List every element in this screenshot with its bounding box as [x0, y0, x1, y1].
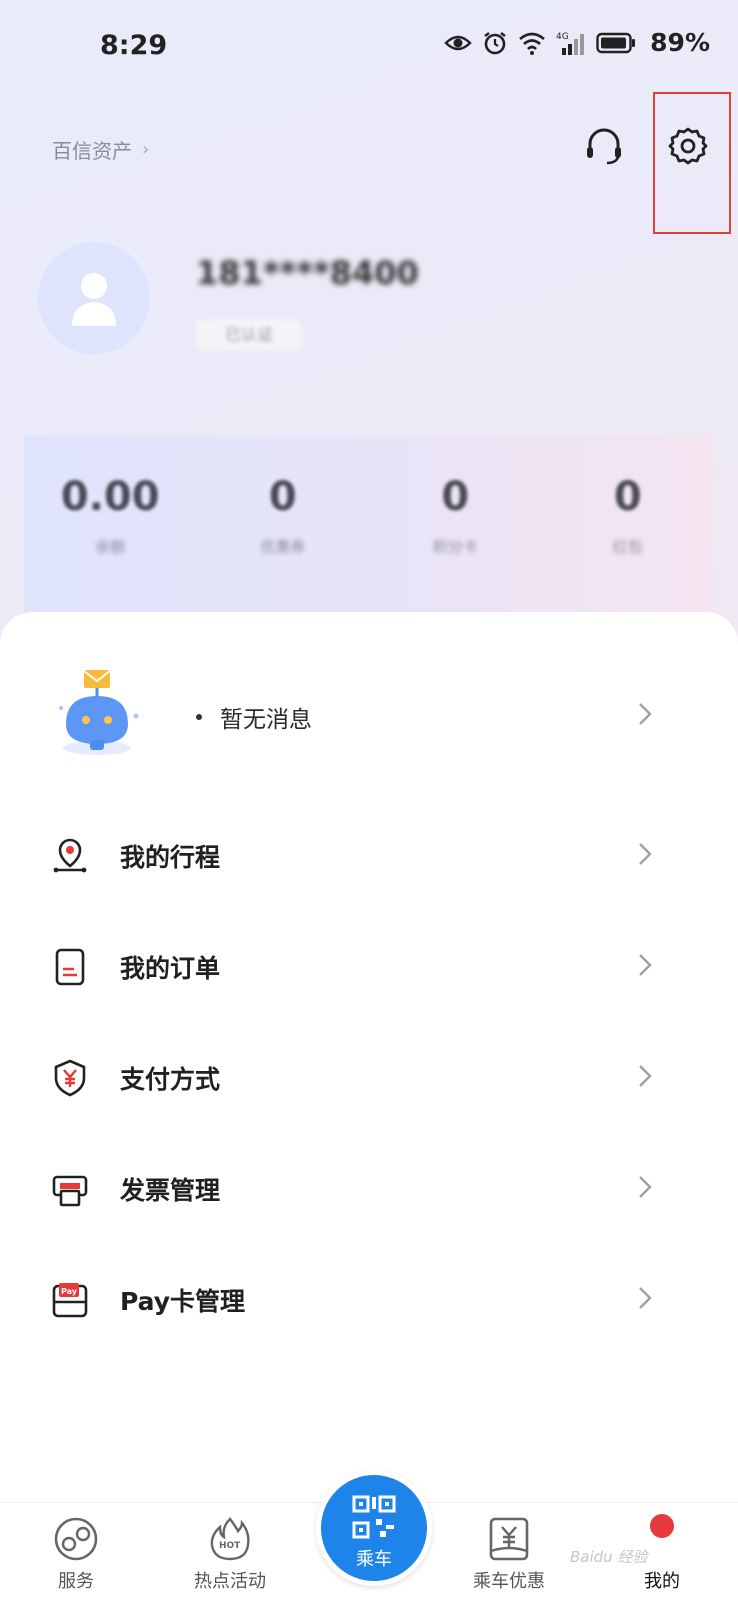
watermark-text: Baidu 经验 [570, 1548, 648, 1566]
status-icons: 4G 89% [444, 28, 710, 57]
tab-ride-discount[interactable]: 乘车优惠 [456, 1503, 562, 1601]
svg-text:Pay: Pay [61, 1287, 78, 1296]
robot-mail-icon [59, 670, 139, 755]
chevron-right-icon [639, 1176, 652, 1198]
stat-balance[interactable]: 0.00 余额 [24, 436, 197, 616]
menu-item-label: 发票管理 [120, 1176, 221, 1205]
ride-label: 乘车 [356, 1549, 392, 1570]
svg-text:4G: 4G [556, 32, 569, 42]
menu-item-my-orders[interactable]: 我的订单 [0, 917, 738, 1017]
hot-flame-icon: HOT [210, 1517, 250, 1561]
assets-link[interactable]: 百信资产 › [52, 135, 149, 164]
menu-item-pay-card[interactable]: Pay Pay卡管理 [0, 1250, 738, 1350]
assets-chevron: › [142, 139, 150, 160]
invoice-printer-icon [52, 1175, 88, 1207]
status-bar: 8:29 4G 89% [0, 0, 738, 92]
qr-code-icon [352, 1495, 396, 1539]
tab-label: 我的 [644, 1571, 680, 1592]
user-silhouette-icon [72, 273, 116, 326]
tab-hot-events[interactable]: HOT 热点活动 [182, 1503, 278, 1601]
chevron-right-icon [639, 1065, 652, 1087]
stat-value: 0 [268, 474, 297, 520]
chevron-right-icon [639, 954, 652, 976]
menu-item-payment[interactable]: 支付方式 [0, 1028, 738, 1128]
stat-points[interactable]: 0 积分卡 [369, 436, 542, 616]
bullet-dot [196, 714, 202, 720]
service-icon [54, 1517, 98, 1561]
stat-value: 0 [441, 474, 470, 520]
customer-service-icon[interactable] [582, 124, 626, 168]
menu-item-invoice[interactable]: 发票管理 [0, 1139, 738, 1239]
stat-label: 积分卡 [432, 538, 478, 556]
location-icon [53, 838, 87, 873]
assets-label: 百信资产 [52, 139, 132, 163]
alarm-icon [484, 31, 506, 54]
stats-bar: 0.00 余额 0 优惠券 0 积分卡 0 红包 [24, 436, 714, 616]
message-label: 暂无消息 [220, 707, 312, 733]
chevron-right-icon [639, 1287, 652, 1309]
avatar[interactable] [32, 236, 156, 360]
status-time: 8:29 [100, 30, 168, 61]
stat-value: 0 [613, 474, 642, 520]
svg-text:HOT: HOT [219, 1541, 241, 1551]
signal-4g-icon: 4G [556, 32, 585, 55]
stat-label: 余额 [95, 538, 126, 556]
menu-item-label: Pay卡管理 [120, 1287, 246, 1316]
chevron-right-icon [639, 843, 652, 865]
ride-qr-button[interactable]: 乘车 [316, 1470, 432, 1586]
menu-item-label: 我的行程 [120, 843, 221, 872]
settings-highlight-box [653, 92, 731, 234]
username: 181****8400 [196, 254, 419, 292]
tab-service[interactable]: 服务 [36, 1503, 116, 1601]
menu-item-label: 我的订单 [120, 954, 221, 983]
verify-tag: 已认证 [197, 320, 301, 350]
stat-label: 优惠券 [260, 538, 306, 556]
menu-item-my-trips[interactable]: 我的行程 [0, 806, 738, 906]
stat-label: 红包 [612, 538, 643, 556]
wifi-icon [519, 32, 545, 55]
tab-label: 乘车优惠 [473, 1571, 545, 1592]
eye-icon [444, 35, 472, 50]
coupon-yen-icon [489, 1517, 529, 1561]
shield-yen-icon [54, 1059, 86, 1097]
battery-icon [596, 32, 636, 53]
stat-value: 0.00 [60, 474, 160, 520]
tab-label: 热点活动 [194, 1571, 266, 1592]
menu-item-label: 支付方式 [120, 1065, 221, 1094]
stat-redpacket[interactable]: 0 红包 [542, 436, 715, 616]
order-icon [55, 948, 85, 986]
stat-coupons[interactable]: 0 优惠券 [197, 436, 370, 616]
mine-tab-active-dot [650, 1514, 674, 1538]
tab-label: 服务 [58, 1571, 94, 1592]
pay-card-icon: Pay [52, 1283, 88, 1318]
message-text: 暂无消息 [196, 700, 312, 734]
chevron-right-icon [639, 703, 652, 725]
battery-percent: 89% [650, 28, 710, 57]
